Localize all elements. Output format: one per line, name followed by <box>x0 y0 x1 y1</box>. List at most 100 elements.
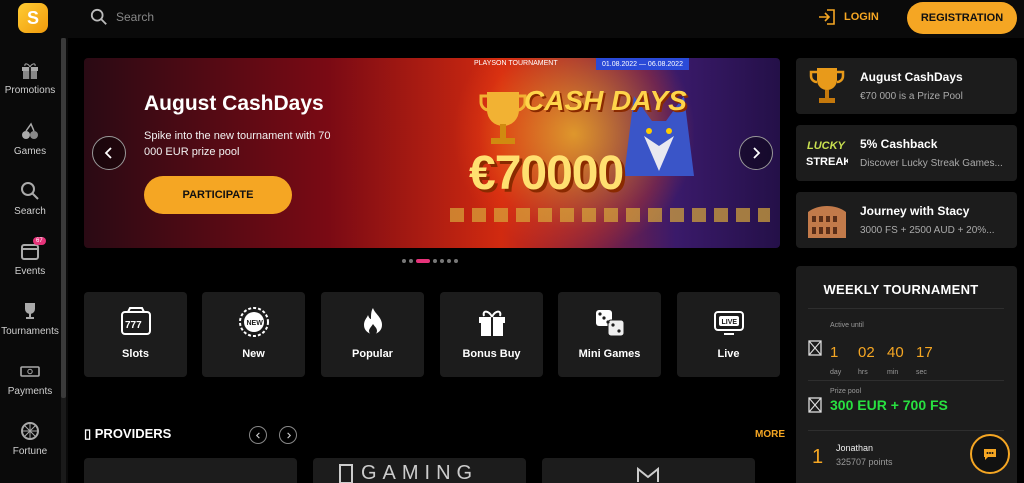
prize-pool-label: Prize pool <box>830 388 862 395</box>
provider-card[interactable] <box>542 458 755 483</box>
sidebar-item-promotions[interactable]: Promotions <box>0 60 60 96</box>
category-bonus-buy[interactable]: Bonus Buy <box>440 292 543 377</box>
sidebar-item-games[interactable]: Games <box>0 121 60 157</box>
login-button[interactable]: LOGIN <box>818 9 879 25</box>
login-icon <box>819 9 835 25</box>
divider <box>808 380 1004 381</box>
participate-button[interactable]: PARTICIPATE <box>144 176 292 214</box>
carousel-dot[interactable] <box>447 259 451 263</box>
tournament-tag: PLAYSON TOURNAMENT <box>474 60 558 67</box>
promo-title: 5% Cashback <box>860 137 938 151</box>
carousel-dots <box>402 259 458 263</box>
leaderboard-points: 325707 points <box>836 457 893 467</box>
registration-button[interactable]: REGISTRATION <box>907 2 1017 34</box>
search-icon <box>90 8 107 25</box>
new-badge-icon: NEW <box>238 307 269 337</box>
provider-logos-strip <box>450 208 770 222</box>
wheel-icon <box>21 422 39 440</box>
colosseum-icon <box>808 206 846 238</box>
countdown-value: 02 <box>858 344 875 361</box>
chevron-right-icon <box>753 147 761 159</box>
providers-prev-button[interactable] <box>249 426 267 444</box>
countdown-unit: min <box>887 369 899 376</box>
provider-card-label: GAMING <box>361 462 479 483</box>
sidebar-item-tournaments[interactable]: Tournaments <box>0 301 60 337</box>
countdown-minutes: 40 min <box>887 344 904 379</box>
scrollbar-thumb[interactable] <box>61 38 66 398</box>
divider <box>808 308 1004 309</box>
search-placeholder[interactable]: Search <box>116 10 154 24</box>
promo-subtitle: 3000 FS + 2500 AUD + 20%... <box>860 225 995 236</box>
gift-icon <box>478 310 505 336</box>
events-badge: 67 <box>33 237 46 245</box>
promo-title: Journey with Stacy <box>860 204 970 218</box>
carousel-dot[interactable] <box>409 259 413 263</box>
countdown-unit: hrs <box>858 369 868 376</box>
category-slots[interactable]: 777 Slots <box>84 292 187 377</box>
sidebar: Promotions Games Search 67 Events Tourna… <box>0 38 68 483</box>
category-label: Slots <box>122 348 149 360</box>
countdown-unit: sec <box>916 369 927 376</box>
svg-text:LIVE: LIVE <box>721 319 737 326</box>
carousel-dot-active[interactable] <box>416 259 430 263</box>
banner-description: Spike into the new tournament with 70 00… <box>144 130 331 158</box>
promo-banner[interactable]: PLAYSON TOURNAMENT 01.08.2022 — 06.08.20… <box>84 58 780 248</box>
trophy-icon <box>809 68 845 103</box>
chevron-right-icon <box>286 431 291 439</box>
banner-art-title: CASH DAYS <box>524 85 687 116</box>
provider-logo-icon <box>339 464 353 483</box>
countdown-value: 40 <box>887 344 904 361</box>
promo-card-journey[interactable]: Journey with Stacy 3000 FS + 2500 AUD + … <box>796 192 1017 248</box>
provider-card[interactable] <box>84 458 297 483</box>
sidebar-item-events[interactable]: 67 Events <box>0 237 60 277</box>
prize-box-icon <box>808 397 822 413</box>
slot-machine-icon: 777 <box>120 307 151 335</box>
prize-pool-value: 300 EUR + 700 FS <box>830 397 948 413</box>
sidebar-item-payments[interactable]: Payments <box>0 361 60 397</box>
sidebar-item-fortune[interactable]: Fortune <box>0 421 60 457</box>
banner-next-button[interactable] <box>739 136 773 170</box>
sidebar-item-search[interactable]: Search <box>0 181 60 217</box>
svg-text:777: 777 <box>125 320 142 331</box>
promo-card-cashdays[interactable]: August CashDays €70 000 is a Prize Pool <box>796 58 1017 114</box>
chat-button[interactable] <box>970 434 1010 474</box>
banner-art-amount: €70000 <box>469 147 624 200</box>
svg-text:LUCKY: LUCKY <box>807 140 847 152</box>
promo-card-cashback[interactable]: LUCKY STREAK 5% Cashback Discover Lucky S… <box>796 125 1017 181</box>
providers-next-button[interactable] <box>279 426 297 444</box>
sidebar-item-label: Tournaments <box>1 326 59 337</box>
active-until-label: Active until <box>830 322 864 329</box>
cherries-icon <box>22 122 38 139</box>
providers-more-link[interactable]: MORE <box>755 429 785 440</box>
banner-prev-button[interactable] <box>92 136 126 170</box>
chevron-left-icon <box>104 147 112 159</box>
chat-bubble-icon <box>984 449 996 460</box>
category-mini-games[interactable]: Mini Games <box>558 292 661 377</box>
chevron-left-icon <box>255 431 260 439</box>
category-label: Live <box>717 348 740 360</box>
carousel-dot[interactable] <box>402 259 406 263</box>
sidebar-item-label: Search <box>14 206 46 217</box>
carousel-dot[interactable] <box>433 259 437 263</box>
carousel-dot[interactable] <box>440 259 444 263</box>
category-new[interactable]: NEW New <box>202 292 305 377</box>
category-popular[interactable]: Popular <box>321 292 424 377</box>
flame-icon <box>363 308 382 335</box>
countdown-value: 1 <box>830 344 839 361</box>
search-bar[interactable]: Search <box>90 8 154 26</box>
tournament-dates: 01.08.2022 — 06.08.2022 <box>596 58 689 70</box>
countdown-days: 1 day <box>830 344 841 379</box>
weekly-tournament-title: WEEKLY TOURNAMENT <box>823 282 979 297</box>
sidebar-item-label: Payments <box>7 386 53 397</box>
search-icon <box>21 182 39 200</box>
dice-icon <box>595 310 624 337</box>
carousel-dot[interactable] <box>454 259 458 263</box>
lucky-streak-logo: LUCKY STREAK <box>806 140 848 168</box>
promo-title: August CashDays <box>860 70 963 84</box>
promo-subtitle: Discover Lucky Streak Games... <box>860 158 1003 169</box>
sidebar-scrollbar[interactable] <box>61 38 66 483</box>
provider-card[interactable]: GAMING <box>313 458 526 483</box>
site-logo[interactable]: S <box>18 3 48 33</box>
category-live[interactable]: LIVE Live <box>677 292 780 377</box>
sidebar-item-label: Events <box>14 266 46 277</box>
